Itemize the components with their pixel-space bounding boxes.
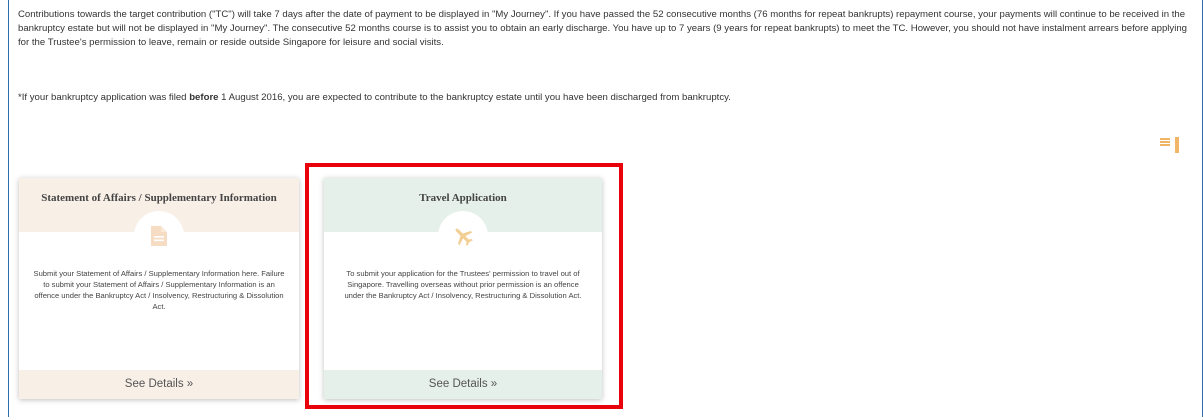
note-bold: before [189, 92, 219, 103]
bankruptcy-note: *If your bankruptcy application was file… [18, 91, 1194, 105]
grid-view-icon[interactable] [1175, 137, 1185, 153]
card-description: To submit your application for the Trust… [344, 269, 582, 300]
note-suffix: 1 August 2016, you are expected to contr… [218, 92, 731, 103]
contribution-paragraph: Contributions towards the target contrib… [18, 9, 1188, 48]
airplane-icon [455, 228, 473, 246]
see-details-link[interactable]: See Details » [19, 370, 299, 399]
contribution-info: Contributions towards the target contrib… [18, 8, 1194, 50]
see-details-link[interactable]: See Details » [324, 370, 602, 399]
card-icon-circle [134, 211, 184, 261]
card-travel-application[interactable]: Travel Application To submit your applic… [324, 178, 602, 399]
document-icon [151, 226, 167, 246]
view-toggle [1160, 137, 1185, 153]
card-icon-circle [438, 211, 488, 261]
card-description: Submit your Statement of Affairs / Suppl… [33, 269, 285, 311]
note-prefix: *If your bankruptcy application was file… [18, 92, 190, 103]
list-view-icon[interactable] [1160, 137, 1170, 146]
card-statement-of-affairs[interactable]: Statement of Affairs / Supplementary Inf… [19, 178, 299, 399]
